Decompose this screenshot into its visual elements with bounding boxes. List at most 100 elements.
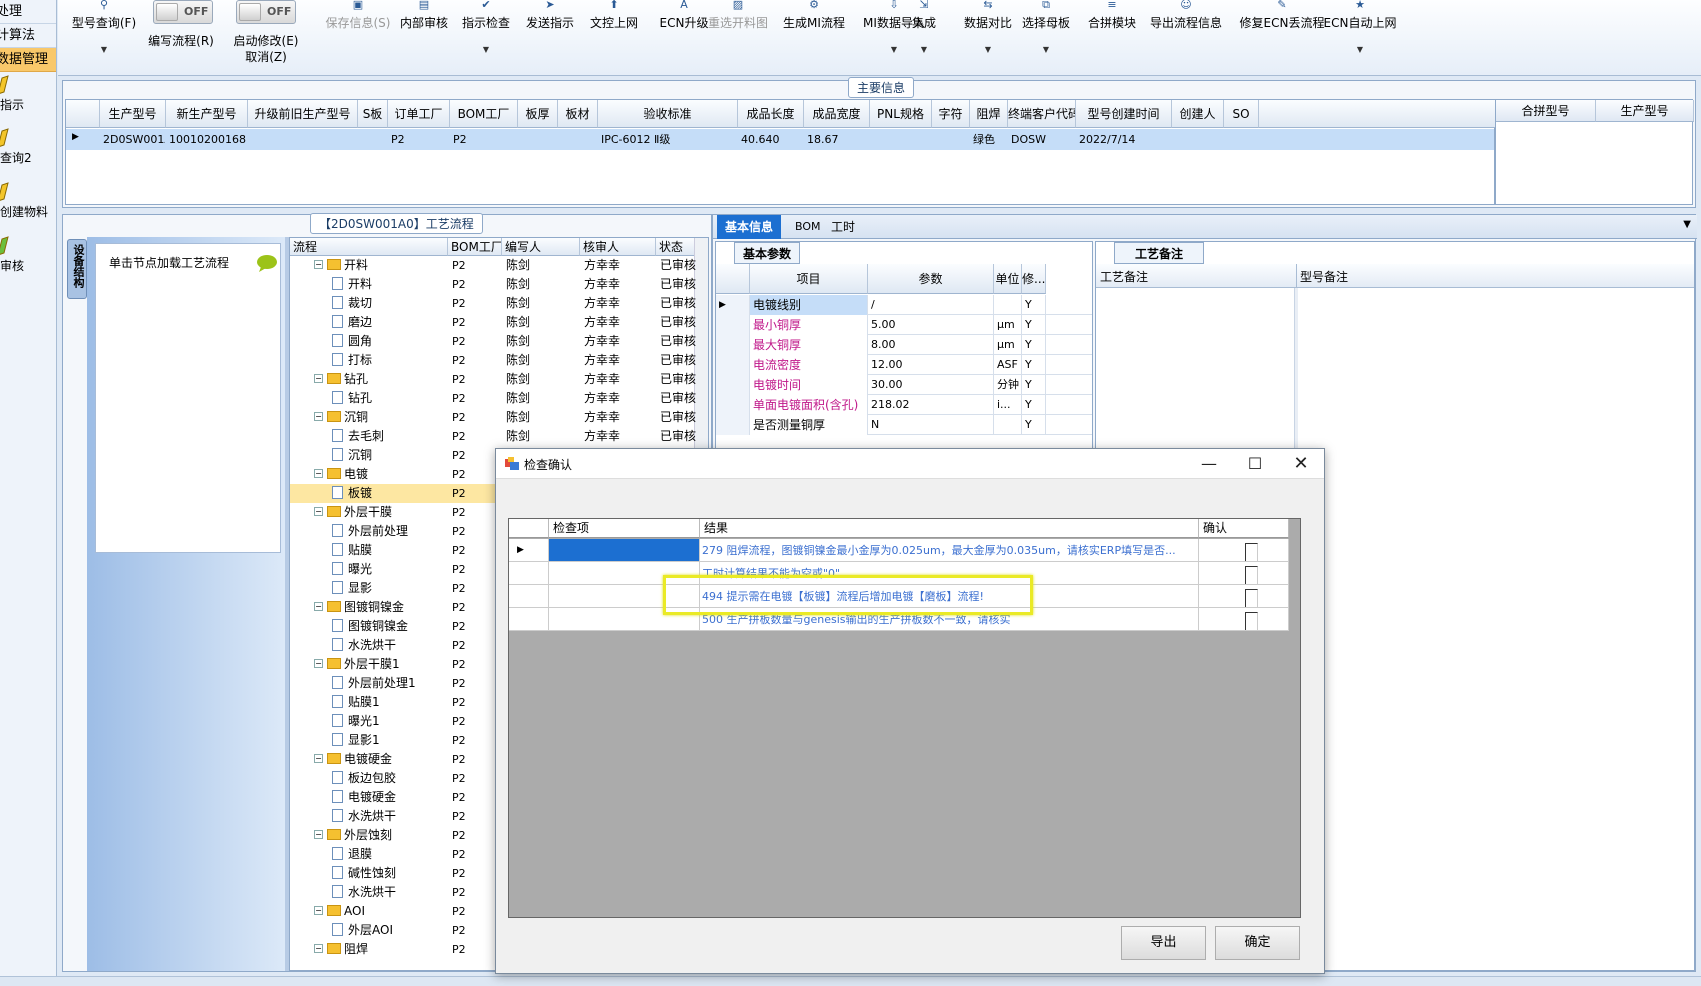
- tree-node[interactable]: 外层AOI: [332, 921, 448, 940]
- tree-node[interactable]: 显影: [332, 579, 448, 598]
- dropdown-arrow-icon[interactable]: ▼: [906, 45, 942, 54]
- collapse-icon[interactable]: −: [314, 830, 323, 839]
- device-structure-side-tab[interactable]: 设备结构: [67, 239, 87, 299]
- dropdown-arrow-icon[interactable]: ▼: [1016, 45, 1076, 54]
- collapse-icon[interactable]: −: [314, 507, 323, 516]
- col-header[interactable]: 终端客户代码: [1008, 100, 1076, 128]
- toolbar-button-9[interactable]: ▨ 重选开料图: [702, 0, 774, 70]
- toggle-switch[interactable]: OFF: [153, 0, 213, 24]
- dialog-result-row[interactable]: ▶ 279 阻焊流程，图镀铜镍金最小金厚为0.025um，最大金厚为0.035um…: [509, 539, 1289, 562]
- main-info-cell[interactable]: 绿色: [973, 129, 1007, 150]
- sidebar-menu-2[interactable]: 数据管理: [0, 48, 56, 72]
- col-header-production-model[interactable]: 生产型号: [1596, 100, 1694, 122]
- confirm-checkbox[interactable]: [1244, 543, 1258, 561]
- cancel-button[interactable]: 取消(Z): [226, 48, 306, 65]
- main-info-cell[interactable]: 2D0SW001A0: [103, 129, 165, 150]
- toolbar-button-5[interactable]: ✔ 指示检查 ▼: [456, 0, 516, 70]
- toolbar-button-3[interactable]: ▣ 保存信息(S): [310, 0, 406, 70]
- params-row[interactable]: 电流密度 12.00 ASF Y: [716, 355, 1092, 375]
- tree-row[interactable]: − 开料 P2 陈剑 方幸幸 已审核: [290, 256, 696, 275]
- col-header[interactable]: 板材: [558, 100, 598, 128]
- col-header[interactable]: 订单工厂: [388, 100, 450, 128]
- col-header[interactable]: S板: [358, 100, 388, 128]
- tree-row[interactable]: 去毛刺 P2 陈剑 方幸幸 已审核: [290, 427, 696, 446]
- tree-node[interactable]: 钻孔: [332, 389, 448, 408]
- dialog-col-header[interactable]: 确认: [1199, 519, 1289, 538]
- ok-button[interactable]: 确定: [1215, 926, 1300, 960]
- collapse-icon[interactable]: −: [314, 602, 323, 611]
- sidebar-tool-2[interactable]: 创建物料: [0, 181, 56, 235]
- tree-node[interactable]: − 电镀: [314, 465, 448, 484]
- main-info-cell[interactable]: P2: [453, 129, 517, 150]
- confirm-checkbox[interactable]: [1244, 612, 1258, 630]
- tree-node[interactable]: 外层前处理1: [332, 674, 448, 693]
- col-header[interactable]: 成品长度: [738, 100, 804, 128]
- main-info-cell[interactable]: [361, 129, 387, 150]
- param-value[interactable]: 218.02: [868, 395, 994, 415]
- tree-node[interactable]: 曝光1: [332, 712, 448, 731]
- param-value[interactable]: 5.00: [868, 315, 994, 335]
- tree-node[interactable]: 圆角: [332, 332, 448, 351]
- tree-node[interactable]: 贴膜: [332, 541, 448, 560]
- params-col-header[interactable]: 项目: [750, 264, 868, 294]
- main-info-cell[interactable]: [935, 129, 969, 150]
- dropdown-arrow-icon[interactable]: ▼: [1312, 45, 1408, 54]
- dialog-col-header[interactable]: 检查项: [549, 519, 700, 538]
- params-row[interactable]: 单面电镀面积(含孔) 218.02 i... Y: [716, 395, 1092, 415]
- tree-row[interactable]: 钻孔 P2 陈剑 方幸幸 已审核: [290, 389, 696, 408]
- tree-row[interactable]: 圆角 P2 陈剑 方幸幸 已审核: [290, 332, 696, 351]
- tab-info-0[interactable]: 基本信息: [717, 215, 782, 239]
- tree-node[interactable]: 开料: [332, 275, 448, 294]
- tab-info-2[interactable]: 工时: [823, 215, 863, 239]
- tree-node[interactable]: 沉铜: [332, 446, 448, 465]
- tree-node[interactable]: − 外层干膜1: [314, 655, 448, 674]
- col-header[interactable]: 字符: [932, 100, 970, 128]
- dropdown-arrow-icon[interactable]: ▼: [456, 45, 516, 54]
- main-info-cell[interactable]: [251, 129, 357, 150]
- tree-node[interactable]: − 外层蚀刻: [314, 826, 448, 845]
- main-info-cell[interactable]: [561, 129, 597, 150]
- toolbar-label[interactable]: 启动修改(E): [226, 32, 306, 49]
- tree-node[interactable]: 裁切: [332, 294, 448, 313]
- sidebar-tool-3[interactable]: 审核: [0, 235, 56, 289]
- params-col-header[interactable]: 单位: [994, 264, 1022, 294]
- toolbar-button-15[interactable]: ≡ 合拼模块: [1082, 0, 1142, 70]
- dropdown-arrow-icon[interactable]: ▼: [68, 45, 140, 54]
- col-header[interactable]: BOM工厂: [450, 100, 518, 128]
- tree-node[interactable]: − 电镀硬金: [314, 750, 448, 769]
- tree-node[interactable]: − 阻焊: [314, 940, 448, 959]
- params-row[interactable]: 最大铜厚 8.00 μm Y: [716, 335, 1092, 355]
- tree-node[interactable]: 碱性蚀刻: [332, 864, 448, 883]
- toggle-switch[interactable]: OFF: [236, 0, 296, 24]
- tree-row[interactable]: − 沉铜 P2 陈剑 方幸幸 已审核: [290, 408, 696, 427]
- tree-node[interactable]: 磨边: [332, 313, 448, 332]
- main-info-cell[interactable]: [1175, 129, 1223, 150]
- param-value[interactable]: 8.00: [868, 335, 994, 355]
- tree-node[interactable]: 退膜: [332, 845, 448, 864]
- tree-node[interactable]: 去毛刺: [332, 427, 448, 446]
- main-info-cell[interactable]: 2022/7/14: [1079, 129, 1171, 150]
- col-header[interactable]: 板厚: [518, 100, 558, 128]
- tree-col-header[interactable]: 编写人: [502, 238, 580, 256]
- param-value[interactable]: 30.00: [868, 375, 994, 395]
- col-header-merge-model[interactable]: 合拼型号: [1496, 100, 1596, 122]
- tree-row[interactable]: 开料 P2 陈剑 方幸幸 已审核: [290, 275, 696, 294]
- merge-model-grid[interactable]: 合拼型号 生产型号: [1495, 99, 1694, 205]
- tree-node[interactable]: − 钻孔: [314, 370, 448, 389]
- collapse-icon[interactable]: −: [314, 659, 323, 668]
- tree-node[interactable]: 电镀硬金: [332, 788, 448, 807]
- col-header[interactable]: SO: [1224, 100, 1259, 128]
- toolbar-button-14[interactable]: ⧉ 选择母板 ▼: [1016, 0, 1076, 70]
- tree-node[interactable]: 打标: [332, 351, 448, 370]
- sidebar-menu-1[interactable]: 计算法: [0, 24, 56, 48]
- tree-node[interactable]: 图镀铜镍金: [332, 617, 448, 636]
- col-header[interactable]: 新生产型号: [166, 100, 248, 128]
- collapse-icon[interactable]: −: [314, 469, 323, 478]
- tree-node[interactable]: − 图镀铜镍金: [314, 598, 448, 617]
- col-header[interactable]: 阻焊: [970, 100, 1008, 128]
- tree-node[interactable]: 板镀: [332, 484, 448, 503]
- confirm-checkbox[interactable]: [1244, 589, 1258, 607]
- confirm-checkbox[interactable]: [1244, 566, 1258, 584]
- tree-node[interactable]: 曝光: [332, 560, 448, 579]
- tree-row[interactable]: 磨边 P2 陈剑 方幸幸 已审核: [290, 313, 696, 332]
